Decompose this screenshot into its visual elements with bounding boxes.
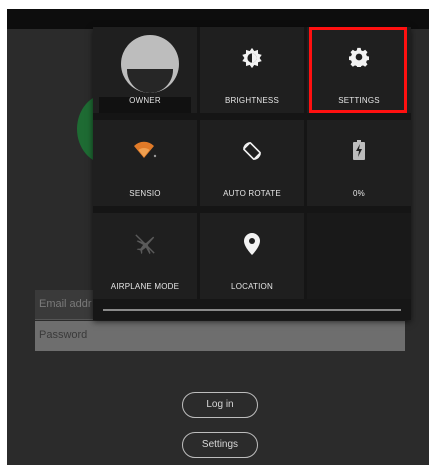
tile-airplane-mode[interactable]: AIRPLANE MODE — [93, 213, 197, 299]
settings-button[interactable]: Settings — [182, 432, 258, 458]
airplane-icon — [93, 233, 197, 261]
settings-highlight-box — [309, 27, 407, 113]
drag-handle[interactable] — [103, 309, 401, 311]
owner-avatar-icon — [121, 35, 179, 93]
tile-brightness[interactable]: BRIGHTNESS — [200, 27, 304, 113]
password-field[interactable]: Password — [35, 321, 405, 351]
battery-charging-icon — [307, 140, 411, 168]
quick-settings-footer — [93, 299, 411, 320]
tile-auto-rotate-label: AUTO ROTATE — [223, 189, 281, 198]
tile-airplane-mode-label: AIRPLANE MODE — [110, 282, 180, 291]
tile-location[interactable]: LOCATION — [200, 213, 304, 299]
tile-brightness-label: BRIGHTNESS — [224, 96, 279, 105]
password-placeholder: Password — [39, 329, 88, 341]
status-bar — [7, 9, 429, 29]
tile-owner-label: OWNER — [129, 96, 161, 105]
tile-wifi[interactable]: SENSIO — [93, 120, 197, 206]
location-pin-icon — [200, 233, 304, 261]
tile-battery-label: 0% — [353, 189, 365, 198]
wifi-icon — [93, 140, 197, 168]
tile-wifi-label: SENSIO — [129, 189, 161, 198]
tile-location-label: LOCATION — [231, 282, 273, 291]
login-button[interactable]: Log in — [182, 392, 258, 418]
tile-auto-rotate[interactable]: AUTO ROTATE — [200, 120, 304, 206]
brightness-icon — [200, 47, 304, 75]
tile-owner[interactable]: OWNER — [93, 27, 197, 113]
tile-empty — [307, 213, 411, 299]
tile-battery[interactable]: 0% — [307, 120, 411, 206]
auto-rotate-icon — [200, 140, 304, 168]
email-placeholder: Email addr — [39, 298, 92, 310]
